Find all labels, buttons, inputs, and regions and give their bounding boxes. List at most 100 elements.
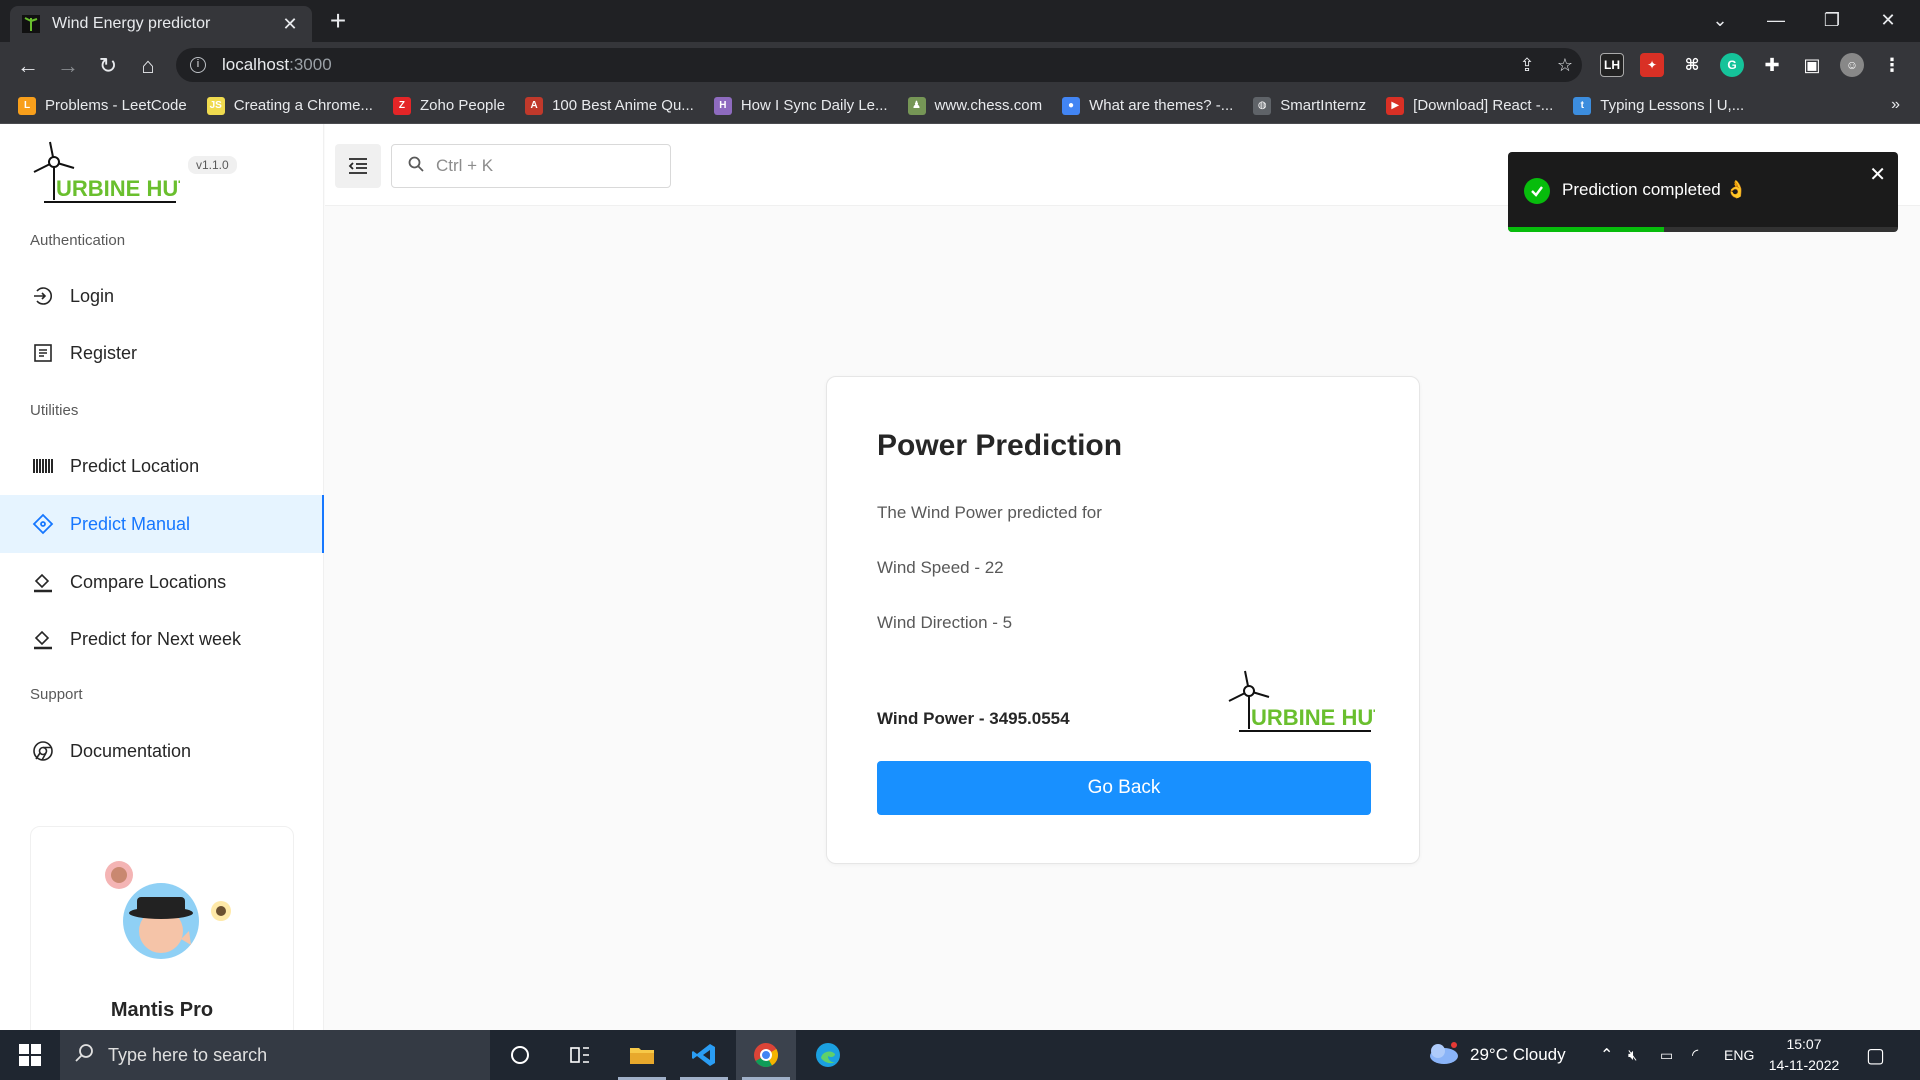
notifications-icon[interactable]: ▢: [1866, 1030, 1885, 1080]
promo-name: Mantis Pro: [110, 999, 214, 1021]
nav-group-support: Support: [30, 686, 83, 703]
battery-icon[interactable]: ▭: [1660, 1030, 1673, 1080]
bookmark-star-icon[interactable]: ☆: [1554, 54, 1576, 76]
nav-group-utilities: Utilities: [30, 402, 79, 419]
chrome-menu-icon[interactable]: ⋮: [1880, 53, 1904, 77]
bookmark-label: Creating a Chrome...: [233, 97, 373, 114]
task-view-icon[interactable]: [550, 1030, 610, 1080]
tab-close-icon[interactable]: ✕: [280, 14, 300, 35]
register-icon: [32, 342, 54, 364]
reload-icon[interactable]: ↻: [92, 50, 124, 82]
extensions-puzzle-icon[interactable]: ✚: [1760, 53, 1784, 77]
forward-icon[interactable]: →: [52, 50, 84, 82]
taskbar-search[interactable]: Type here to search: [60, 1030, 490, 1080]
wifi-icon[interactable]: ◜: [1692, 1030, 1698, 1080]
extension-red-icon[interactable]: ✦: [1640, 53, 1664, 77]
typing-icon: t: [1573, 96, 1592, 115]
bookmark-item[interactable]: JS Creating a Chrome...: [206, 96, 373, 115]
nav-item-predict-next-week[interactable]: Predict for Next week: [0, 610, 324, 668]
avatar-illustration: [105, 861, 231, 959]
bookmark-item[interactable]: H How I Sync Daily Le...: [713, 96, 888, 115]
bookmark-label: What are themes? -...: [1089, 97, 1234, 114]
sidebar: URBINE HUT v1.1.0 Authentication Login R…: [0, 124, 324, 1046]
side-panel-icon[interactable]: ▣: [1800, 53, 1824, 77]
nav-item-predict-manual[interactable]: Predict Manual: [0, 495, 324, 553]
globe-icon: ◍: [1253, 96, 1272, 115]
nav-item-label: Compare Locations: [70, 571, 227, 592]
zoho-icon: Z: [392, 96, 411, 115]
chrome-icon: ●: [1062, 96, 1081, 115]
bookmark-item[interactable]: A 100 Best Anime Qu...: [525, 96, 694, 115]
bookmark-label: Problems - LeetCode: [45, 97, 187, 114]
lighthouse-extension-icon[interactable]: LH: [1600, 53, 1624, 77]
nav-item-register[interactable]: Register: [0, 324, 324, 382]
success-toast: Prediction completed 👌 ✕: [1508, 152, 1898, 232]
search-box[interactable]: [391, 144, 671, 188]
clock[interactable]: 15:07 14-11-2022: [1762, 1034, 1846, 1076]
go-back-button[interactable]: Go Back: [877, 761, 1371, 815]
bookmark-item[interactable]: Z Zoho People: [392, 96, 505, 115]
turbine-hut-logo: URBINE HUT: [1225, 667, 1387, 737]
bookmark-item[interactable]: ● What are themes? -...: [1062, 96, 1234, 115]
power-prediction-card: Power Prediction The Wind Power predicte…: [826, 376, 1420, 864]
vscode-icon[interactable]: [674, 1030, 734, 1080]
bookmark-item[interactable]: t Typing Lessons | U,...: [1573, 96, 1744, 115]
extension-translate-icon[interactable]: ⌘: [1680, 53, 1704, 77]
language-indicator[interactable]: ENG: [1724, 1030, 1754, 1080]
cortana-icon[interactable]: [490, 1030, 550, 1080]
toast-progress-track: [1508, 227, 1898, 232]
chrome-taskbar-icon[interactable]: [736, 1030, 796, 1080]
weather-text: 29°C Cloudy: [1470, 1045, 1566, 1064]
tab-search-icon[interactable]: ⌄: [1692, 0, 1748, 40]
nav-group-authentication: Authentication: [30, 232, 126, 249]
wind-direction-text: Wind Direction - 5: [877, 613, 1013, 632]
bookmark-item[interactable]: L Problems - LeetCode: [18, 96, 187, 115]
bg-colors-icon: [32, 571, 54, 593]
restore-icon[interactable]: ❐: [1804, 0, 1860, 40]
windows-taskbar: Type here to search 29°C Cloudy ⌃ 🔇︎ ▭ ◜…: [0, 1030, 1920, 1080]
nav-item-compare-locations[interactable]: Compare Locations: [0, 553, 324, 611]
taskbar-search-placeholder: Type here to search: [108, 1044, 268, 1065]
browser-tab[interactable]: Wind Energy predictor ✕: [10, 6, 312, 42]
download-icon: ▶: [1386, 96, 1405, 115]
url-host: localhost: [222, 55, 290, 74]
back-icon[interactable]: ←: [12, 50, 44, 82]
windows-start-icon[interactable]: [0, 1030, 60, 1080]
nav-item-label: Documentation: [70, 740, 192, 761]
tab-title: Wind Energy predictor: [52, 15, 211, 32]
nav-item-documentation[interactable]: Documentation: [0, 722, 324, 780]
login-icon: [32, 285, 54, 307]
site-info-icon[interactable]: i: [190, 57, 206, 73]
tray-chevron-icon[interactable]: ⌃: [1600, 1030, 1613, 1080]
search-input[interactable]: [436, 156, 656, 176]
minimize-icon[interactable]: —: [1748, 0, 1804, 40]
bookmark-label: [Download] React -...: [1413, 97, 1554, 114]
nav-item-predict-location[interactable]: Predict Location: [0, 437, 324, 495]
browser-tab-strip: Wind Energy predictor ✕ + ⌄ — ❐ ✕: [0, 0, 1920, 42]
bookmark-item[interactable]: ◍ SmartInternz: [1253, 96, 1366, 115]
chrome-outline-icon: [32, 740, 54, 762]
address-bar[interactable]: i localhost:3000 ⇪ ☆: [176, 48, 1582, 82]
toast-close-icon[interactable]: ✕: [1869, 162, 1886, 187]
home-icon[interactable]: ⌂: [132, 50, 164, 82]
logo-text: URBINE HUT: [56, 176, 180, 201]
window-close-icon[interactable]: ✕: [1860, 0, 1916, 40]
new-tab-icon[interactable]: +: [324, 7, 352, 35]
weather-widget[interactable]: 29°C Cloudy: [1426, 1030, 1566, 1080]
turbine-hut-logo[interactable]: URBINE HUT: [30, 138, 192, 208]
share-icon[interactable]: ⇪: [1516, 54, 1538, 76]
bookmarks-overflow-icon[interactable]: »: [1891, 96, 1900, 114]
volume-muted-icon[interactable]: 🔇︎: [1628, 1030, 1637, 1080]
turbine-favicon-icon: [22, 15, 40, 33]
profile-avatar-icon[interactable]: ☺: [1840, 53, 1864, 77]
clock-date: 14-11-2022: [1768, 1057, 1840, 1073]
file-explorer-icon[interactable]: [612, 1030, 672, 1080]
grammarly-extension-icon[interactable]: G: [1720, 53, 1744, 77]
bookmark-item[interactable]: ▶ [Download] React -...: [1386, 96, 1554, 115]
bookmark-item[interactable]: ♟ www.chess.com: [907, 96, 1042, 115]
menu-fold-icon[interactable]: [335, 144, 381, 188]
nav-item-label: Register: [70, 342, 138, 363]
anime-icon: A: [525, 96, 544, 115]
edge-icon[interactable]: [798, 1030, 858, 1080]
nav-item-login[interactable]: Login: [0, 267, 324, 325]
